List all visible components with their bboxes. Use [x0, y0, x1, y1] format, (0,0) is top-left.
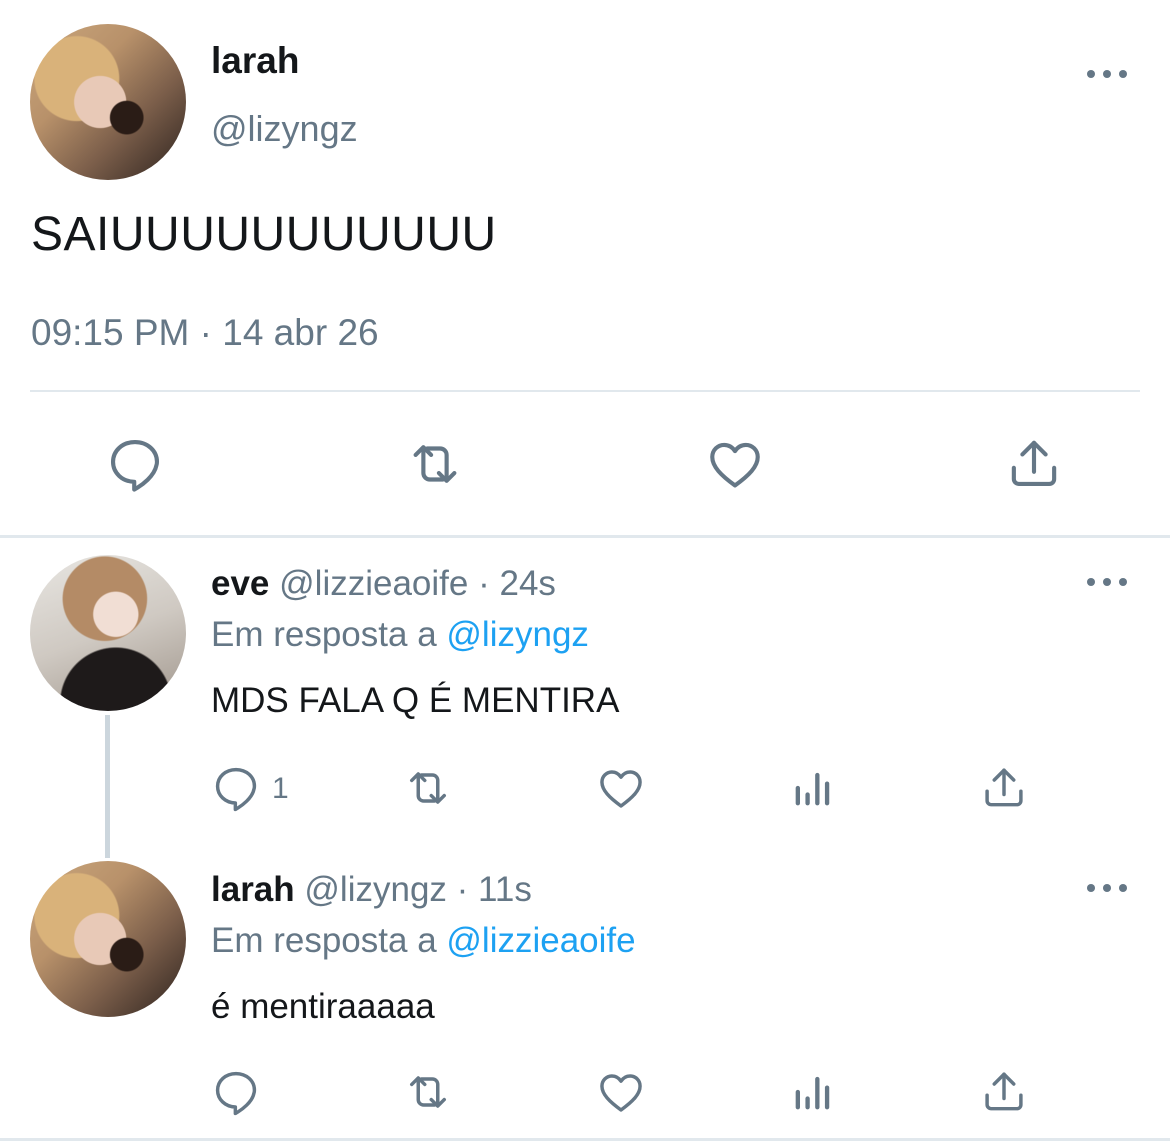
reply-icon[interactable] — [210, 1066, 262, 1118]
reply-header: larah @lizyngz · 11s — [211, 870, 532, 910]
reply-handle[interactable]: @lizyngz — [304, 870, 447, 909]
reply-context-label: Em resposta a — [211, 615, 437, 654]
reply-text: MDS FALA Q É MENTIRA — [211, 681, 620, 720]
avatar[interactable] — [30, 555, 186, 711]
avatar[interactable] — [30, 24, 186, 180]
thread-line — [105, 715, 110, 858]
more-horizontal-icon[interactable] — [1087, 882, 1127, 894]
like-icon[interactable] — [595, 1066, 647, 1118]
reply-display-name[interactable]: eve — [211, 564, 269, 603]
reply-time: · 24s — [478, 564, 556, 603]
section-divider — [0, 535, 1170, 538]
analytics-icon[interactable] — [787, 1066, 839, 1118]
like-icon[interactable] — [595, 762, 647, 814]
tweet-text: SAIUUUUUUUUUUU — [31, 208, 497, 261]
share-icon[interactable] — [978, 762, 1030, 814]
main-handle[interactable]: @lizyngz — [211, 108, 358, 150]
tweet-timestamp: 09:15 PM · 14 abr 26 — [31, 312, 379, 353]
reply-context-label: Em resposta a — [211, 921, 437, 960]
reply-to-link[interactable]: @lizyngz — [446, 615, 589, 654]
reply-display-name[interactable]: larah — [211, 870, 295, 909]
more-horizontal-icon[interactable] — [1087, 68, 1127, 80]
share-icon[interactable] — [1003, 433, 1065, 495]
reply-handle[interactable]: @lizzieaoife — [279, 564, 468, 603]
share-icon[interactable] — [978, 1066, 1030, 1118]
avatar[interactable] — [30, 861, 186, 1017]
reply-icon[interactable] — [210, 762, 262, 814]
reply-to-link[interactable]: @lizzieaoife — [446, 921, 635, 960]
divider — [30, 390, 1140, 392]
reply-context: Em resposta a @lizzieaoife — [211, 921, 636, 961]
main-display-name[interactable]: larah — [211, 40, 299, 82]
more-horizontal-icon[interactable] — [1087, 576, 1127, 588]
reply-context: Em resposta a @lizyngz — [211, 615, 589, 655]
retweet-icon[interactable] — [402, 1066, 454, 1118]
analytics-icon[interactable] — [787, 762, 839, 814]
section-divider — [0, 1138, 1170, 1141]
retweet-icon[interactable] — [402, 762, 454, 814]
reply-time: · 11s — [456, 870, 532, 909]
reply-count: 1 — [272, 772, 289, 805]
like-icon[interactable] — [704, 433, 766, 495]
reply-header: eve @lizzieaoife · 24s — [211, 564, 556, 604]
retweet-icon[interactable] — [404, 433, 466, 495]
reply-text: é mentiraaaaa — [211, 987, 435, 1026]
reply-icon[interactable] — [104, 433, 166, 495]
